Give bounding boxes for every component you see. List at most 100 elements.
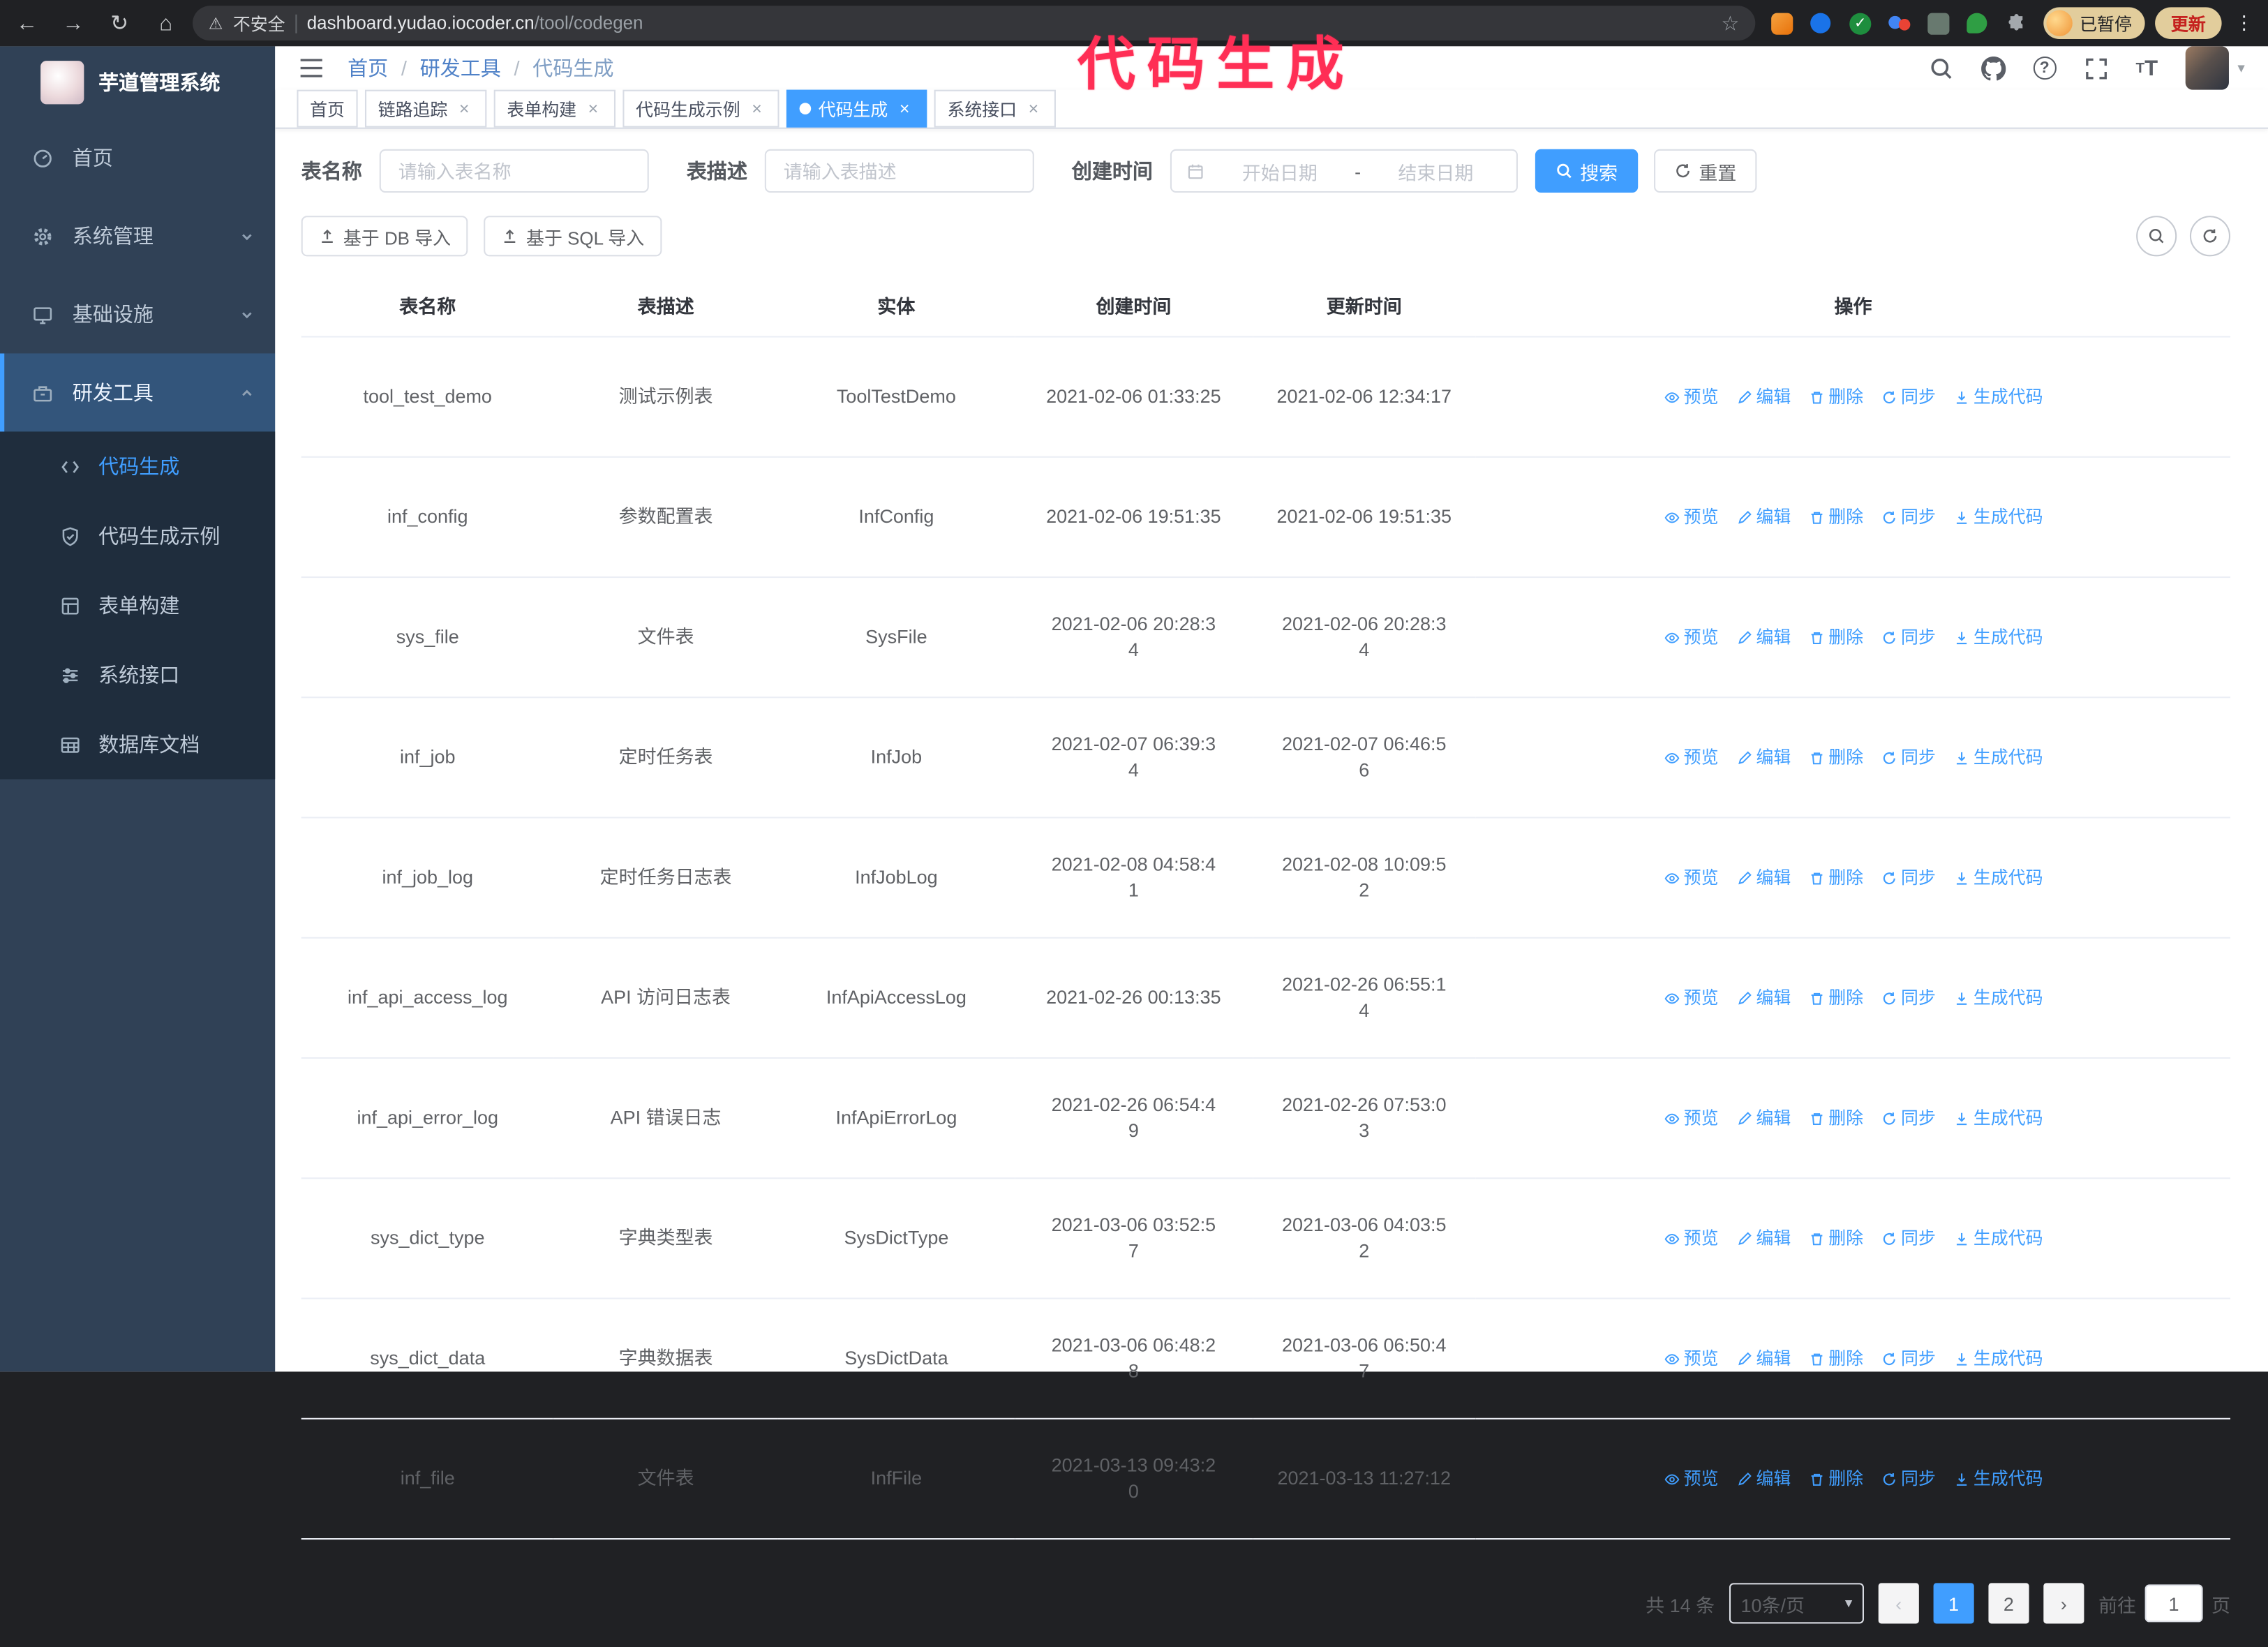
preview-link[interactable]: 预览 <box>1664 745 1719 770</box>
address-bar[interactable]: ⚠ 不安全 dashboard.yudao.iocoder.cn/tool/co… <box>193 6 1756 41</box>
sync-link[interactable]: 同步 <box>1881 745 1936 770</box>
search-button[interactable] <box>1929 56 1953 80</box>
edit-link[interactable]: 编辑 <box>1736 985 1791 1011</box>
preview-link[interactable]: 预览 <box>1664 1346 1719 1371</box>
next-page-button[interactable]: › <box>2043 1583 2084 1624</box>
tab-form-builder[interactable]: 表单构建 × <box>493 89 616 128</box>
delete-link[interactable]: 删除 <box>1808 624 1863 650</box>
close-icon[interactable]: × <box>895 99 914 118</box>
sidebar-item-codegen-example[interactable]: 代码生成示例 <box>0 501 275 571</box>
generate-code-link[interactable]: 生成代码 <box>1953 745 2043 770</box>
generate-code-link[interactable]: 生成代码 <box>1953 1346 2043 1371</box>
generate-code-link[interactable]: 生成代码 <box>1953 504 2043 530</box>
edit-link[interactable]: 编辑 <box>1736 1346 1791 1371</box>
tab-codegen-example[interactable]: 代码生成示例 × <box>622 89 779 128</box>
generate-code-link[interactable]: 生成代码 <box>1953 985 2043 1011</box>
close-icon[interactable]: × <box>583 99 602 118</box>
user-menu[interactable]: ▾ <box>2185 46 2245 90</box>
sidebar-item-system[interactable]: 系统管理 <box>0 197 275 275</box>
sidebar-item-devtools[interactable]: 研发工具 <box>0 353 276 432</box>
back-button[interactable]: ← <box>15 11 39 36</box>
warning-icon[interactable]: ⚠ <box>209 14 223 33</box>
edit-link[interactable]: 编辑 <box>1736 1466 1791 1491</box>
edit-link[interactable]: 编辑 <box>1736 1105 1791 1131</box>
delete-link[interactable]: 删除 <box>1808 384 1863 410</box>
extensions-menu-icon[interactable] <box>2004 11 2029 36</box>
sidebar-item-form-builder[interactable]: 表单构建 <box>0 571 275 641</box>
delete-link[interactable]: 删除 <box>1808 1346 1863 1371</box>
extension-icon-1[interactable] <box>1770 11 1794 36</box>
sync-link[interactable]: 同步 <box>1881 384 1936 410</box>
tab-home[interactable]: 首页 <box>297 89 358 128</box>
delete-link[interactable]: 删除 <box>1808 1466 1863 1491</box>
page-size-select[interactable]: 10条/页 ▾ <box>1729 1583 1864 1624</box>
sidebar-item-codegen[interactable]: 代码生成 <box>0 431 275 501</box>
sidebar-item-db-doc[interactable]: 数据库文档 <box>0 710 275 780</box>
sync-link[interactable]: 同步 <box>1881 985 1936 1011</box>
sync-link[interactable]: 同步 <box>1881 624 1936 650</box>
fullscreen-button[interactable] <box>2084 56 2108 80</box>
reset-button[interactable]: 重置 <box>1654 149 1757 193</box>
page-button-2[interactable]: 2 <box>1988 1583 2029 1624</box>
sync-link[interactable]: 同步 <box>1881 504 1936 530</box>
edit-link[interactable]: 编辑 <box>1736 745 1791 770</box>
refresh-table-button[interactable] <box>2189 216 2231 257</box>
edit-link[interactable]: 编辑 <box>1736 865 1791 890</box>
import-db-button[interactable]: 基于 DB 导入 <box>301 216 468 257</box>
preview-link[interactable]: 预览 <box>1664 384 1719 410</box>
generate-code-link[interactable]: 生成代码 <box>1953 1105 2043 1131</box>
close-icon[interactable]: × <box>747 99 766 118</box>
sync-link[interactable]: 同步 <box>1881 865 1936 890</box>
delete-link[interactable]: 删除 <box>1808 504 1863 530</box>
update-button[interactable]: 更新 <box>2155 7 2222 40</box>
sync-link[interactable]: 同步 <box>1881 1225 1936 1251</box>
delete-link[interactable]: 删除 <box>1808 745 1863 770</box>
generate-code-link[interactable]: 生成代码 <box>1953 384 2043 410</box>
delete-link[interactable]: 删除 <box>1808 1225 1863 1251</box>
breadcrumb-home[interactable]: 首页 <box>348 54 388 83</box>
edit-link[interactable]: 编辑 <box>1736 384 1791 410</box>
preview-link[interactable]: 预览 <box>1664 1466 1719 1491</box>
profile-paused-chip[interactable]: 已暂停 <box>2043 7 2145 40</box>
tab-codegen[interactable]: 代码生成 × <box>786 89 927 128</box>
table-name-input[interactable] <box>379 149 649 193</box>
preview-link[interactable]: 预览 <box>1664 504 1719 530</box>
close-icon[interactable]: × <box>1024 99 1043 118</box>
page-button-1[interactable]: 1 <box>1933 1583 1974 1624</box>
tab-system-api[interactable]: 系统接口 × <box>934 89 1057 128</box>
search-submit-button[interactable]: 搜索 <box>1535 149 1639 193</box>
generate-code-link[interactable]: 生成代码 <box>1953 1466 2043 1491</box>
preview-link[interactable]: 预览 <box>1664 1105 1719 1131</box>
sync-link[interactable]: 同步 <box>1881 1346 1936 1371</box>
preview-link[interactable]: 预览 <box>1664 865 1719 890</box>
preview-link[interactable]: 预览 <box>1664 985 1719 1011</box>
reload-button[interactable]: ↻ <box>107 10 132 36</box>
toggle-search-button[interactable] <box>2136 216 2177 257</box>
tab-trace[interactable]: 链路追踪 × <box>365 89 487 128</box>
generate-code-link[interactable]: 生成代码 <box>1953 624 2043 650</box>
help-button[interactable]: ? <box>2033 56 2057 80</box>
generate-code-link[interactable]: 生成代码 <box>1953 865 2043 890</box>
github-button[interactable] <box>1980 55 2006 80</box>
extension-icon-6[interactable] <box>1965 11 1990 36</box>
sync-link[interactable]: 同步 <box>1881 1105 1936 1131</box>
prev-page-button[interactable]: ‹ <box>1878 1583 1919 1624</box>
menu-fold-button[interactable] <box>299 57 324 80</box>
forward-button[interactable]: → <box>61 11 85 36</box>
sync-link[interactable]: 同步 <box>1881 1466 1936 1491</box>
preview-link[interactable]: 预览 <box>1664 1225 1719 1251</box>
delete-link[interactable]: 删除 <box>1808 865 1863 890</box>
table-desc-input[interactable] <box>764 149 1034 193</box>
edit-link[interactable]: 编辑 <box>1736 624 1791 650</box>
extension-icon-2[interactable] <box>1809 11 1833 36</box>
goto-page-input[interactable] <box>2144 1584 2203 1623</box>
generate-code-link[interactable]: 生成代码 <box>1953 1225 2043 1251</box>
delete-link[interactable]: 删除 <box>1808 1105 1863 1131</box>
sidebar-item-home[interactable]: 首页 <box>0 119 275 197</box>
date-range-picker[interactable]: 开始日期 - 结束日期 <box>1170 149 1518 193</box>
edit-link[interactable]: 编辑 <box>1736 504 1791 530</box>
home-button[interactable]: ⌂ <box>154 11 178 36</box>
edit-link[interactable]: 编辑 <box>1736 1225 1791 1251</box>
breadcrumb-section[interactable]: 研发工具 <box>420 54 501 83</box>
sidebar-item-infra[interactable]: 基础设施 <box>0 275 275 353</box>
